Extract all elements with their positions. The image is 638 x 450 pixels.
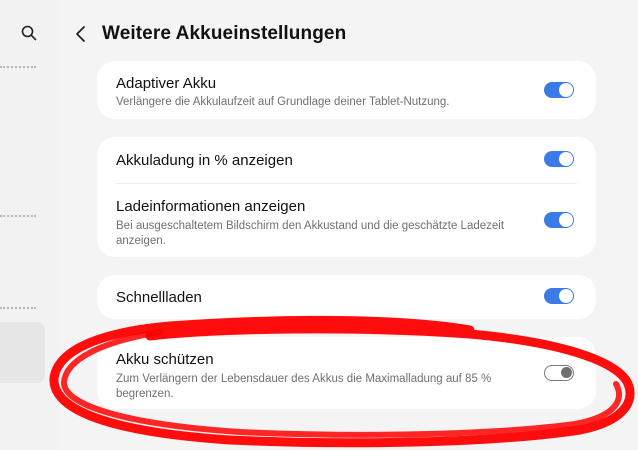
back-arrow-icon (76, 26, 85, 42)
protect-toggle[interactable] (544, 365, 574, 381)
setting-subtitle: Zum Verlängern der Lebensdauer des Akkus… (116, 373, 492, 400)
percent-toggle[interactable] (544, 151, 574, 167)
setting-title: Schnellladen (116, 289, 202, 306)
left-pane (0, 0, 60, 450)
page-title: Weitere Akkueinstellungen (102, 23, 347, 44)
left-divider (0, 307, 36, 309)
setting-title: Akkuladung in % anzeigen (116, 152, 293, 169)
setting-title: Akku schützen (116, 351, 214, 368)
charge-info-toggle[interactable] (544, 212, 574, 228)
left-divider (0, 66, 36, 68)
setting-subtitle: Bei ausgeschaltetem Bildschirm den Akkus… (116, 220, 505, 247)
fast-charge-toggle[interactable] (544, 288, 574, 304)
card-protect: Akku schützen Zum Verlängern der Lebensd… (97, 337, 596, 409)
left-selected-item[interactable] (0, 322, 45, 383)
header: Weitere Akkueinstellungen (70, 18, 346, 50)
adaptive-toggle[interactable] (544, 82, 574, 98)
setting-title: Ladeinformationen anzeigen (116, 198, 306, 215)
setting-protect[interactable]: Akku schützen Zum Verlängern der Lebensd… (97, 337, 596, 409)
card-adaptive: Adaptiver Akku Verlängere die Akkulaufze… (97, 61, 596, 119)
setting-fast-charge[interactable]: Schnellladen (97, 275, 596, 319)
setting-adaptive[interactable]: Adaptiver Akku Verlängere die Akkulaufze… (97, 61, 596, 119)
search-icon[interactable] (20, 24, 38, 42)
card-fast-charge: Schnellladen (97, 275, 596, 319)
left-divider (0, 215, 36, 217)
setting-percent[interactable]: Akkuladung in % anzeigen (97, 137, 596, 183)
card-display: Akkuladung in % anzeigen Ladeinformation… (97, 137, 596, 257)
setting-title: Adaptiver Akku (116, 75, 217, 92)
setting-charge-info[interactable]: Ladeinformationen anzeigen Bei ausgescha… (97, 184, 596, 257)
setting-subtitle: Verlängere die Akkulaufzeit auf Grundlag… (116, 96, 450, 108)
back-button[interactable] (70, 20, 92, 48)
